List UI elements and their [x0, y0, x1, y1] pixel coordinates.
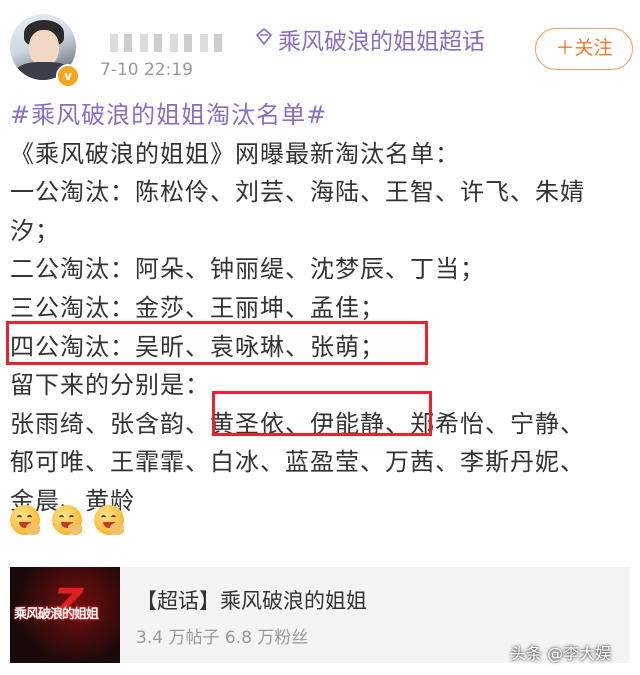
text-line: 张雨绮、张含韵、黄圣依、伊能静、郑希怡、宁静、 [10, 409, 585, 438]
text-line: 汐； [10, 216, 60, 245]
post-body: #乘风破浪的姐姐淘汰名单# 《乘风破浪的姐姐》网曝最新淘汰名单： 一公淘汰：陈松… [10, 96, 628, 521]
post-time: 7-10 22:19 [100, 60, 193, 80]
drooling-face-emoji [10, 505, 40, 535]
card-title: 【超话】乘风破浪的姐姐 [136, 589, 367, 613]
intro-text: 《乘风破浪的姐姐》网曝最新淘汰名单： [10, 139, 460, 168]
drooling-face-emoji [52, 505, 83, 535]
text-line: 二公淘汰：阿朵、钟丽缇、沈梦辰、丁当； [10, 255, 485, 284]
username-blurred[interactable] [110, 34, 226, 52]
emoji-row [10, 505, 131, 539]
verified-badge-icon: v [56, 64, 80, 88]
text-line: 三公淘汰：金莎、王丽坤、孟佳； [10, 293, 385, 322]
topic-link[interactable]: 乘风破浪的姐姐超话 [278, 22, 485, 56]
text-line: 留下来的分别是： [10, 371, 210, 400]
supertopic-cover-image: Z 乘风破浪的姐姐 [10, 567, 120, 663]
watermark: 头条 @李大娱 [510, 644, 612, 663]
card-stats: 3.4 万帖子 6.8 万粉丝 [136, 628, 309, 648]
text-line: 一公淘汰：陈松伶、刘芸、海陆、王智、许飞、朱婧 [10, 178, 585, 207]
follow-button[interactable]: ＋关注 [535, 28, 633, 70]
drooling-face-emoji [94, 505, 125, 535]
hashtag-link[interactable]: #乘风破浪的姐姐淘汰名单# [10, 96, 628, 135]
cover-logo-text: 乘风破浪的姐姐 [14, 607, 99, 622]
post-header: v 7-10 22:19 乘风破浪的姐姐超话 ＋关注 [0, 0, 640, 96]
text-line: 四公淘汰：吴昕、袁咏琳、张萌； [10, 332, 385, 361]
text-line: 郁可唯、王霏霏、白冰、蓝盈莹、万茜、李斯丹妮、 [10, 448, 585, 477]
diamond-icon [256, 28, 272, 45]
